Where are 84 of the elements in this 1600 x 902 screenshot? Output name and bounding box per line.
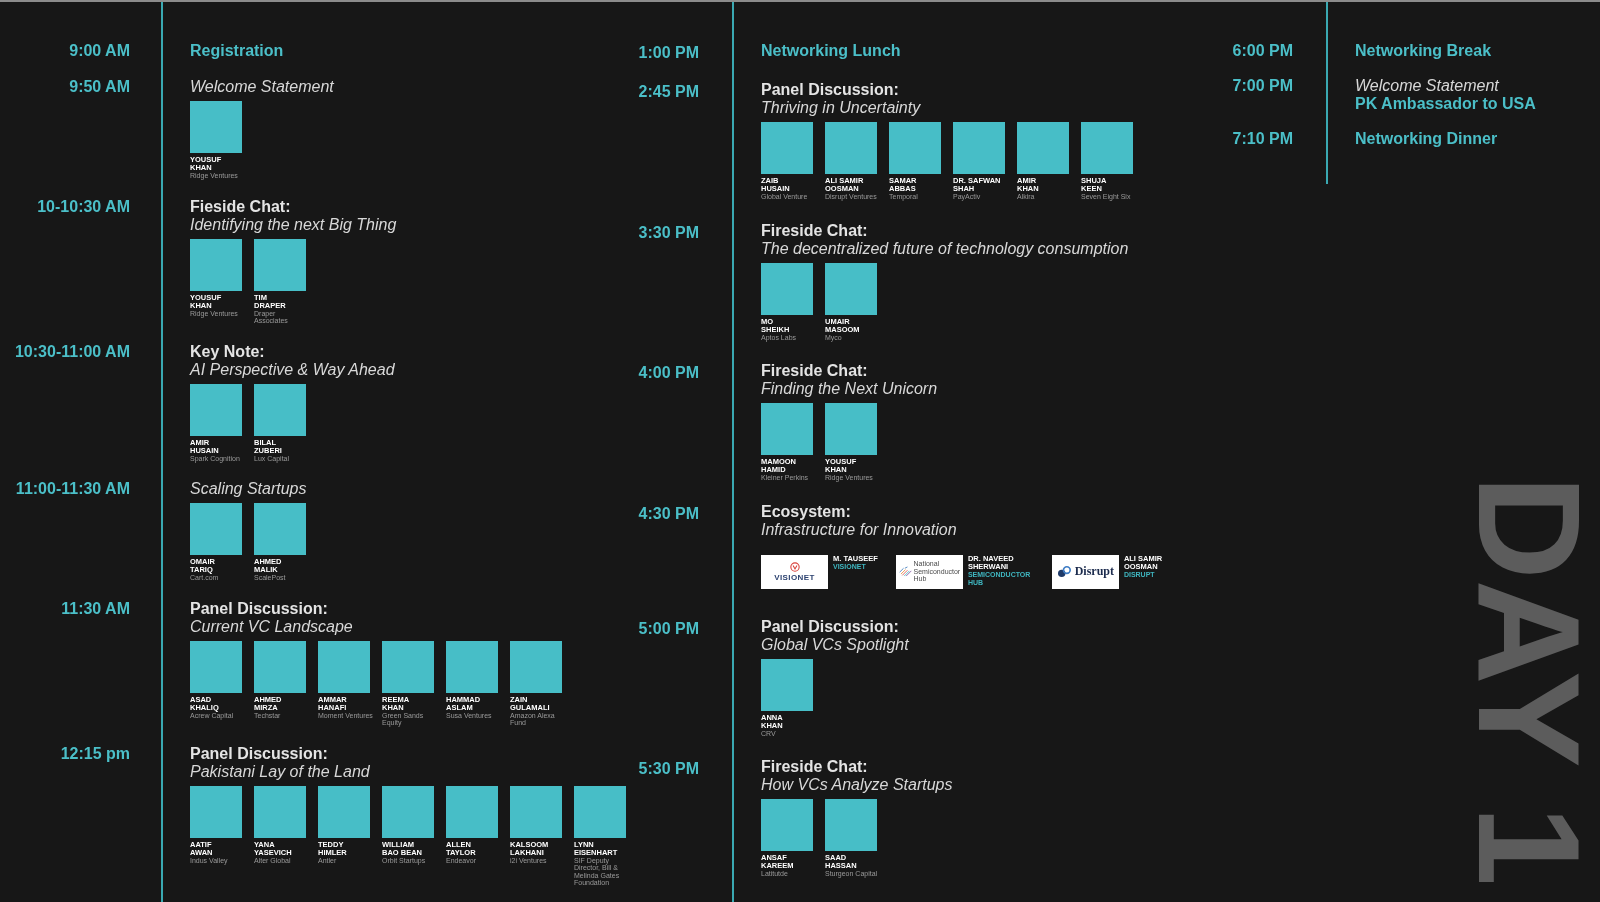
photo-placeholder: [761, 658, 813, 711]
session-type: Ecosystem:: [761, 502, 851, 521]
session-title: Welcome Statement: [1355, 77, 1499, 95]
photo-placeholder: [825, 403, 877, 455]
time-label: 1:00 PM: [638, 44, 699, 62]
photo-placeholder: [510, 785, 562, 838]
time-label: 11:30 AM: [61, 599, 130, 618]
speaker-title: PK Ambassador to USA: [1355, 95, 1536, 113]
photo-placeholder: [825, 122, 877, 174]
photo-placeholder: [190, 383, 242, 436]
time-label: 3:30 PM: [638, 223, 699, 242]
session-title: Networking Lunch: [761, 42, 901, 60]
session-type: Fieside Chat:: [190, 197, 291, 216]
time-label: 4:30 PM: [638, 504, 699, 523]
time-label: 7:00 PM: [1232, 77, 1293, 95]
session-title: Current VC Landscape: [190, 617, 353, 636]
session-title: AI Perspective & Way Ahead: [190, 360, 395, 379]
photo-placeholder: [190, 238, 242, 291]
photo-placeholder: [254, 383, 306, 436]
photo-placeholder: [190, 503, 242, 555]
time-label: 2:45 PM: [638, 83, 699, 101]
stripes-icon: [898, 566, 912, 577]
photo-placeholder: [254, 503, 306, 555]
photo-placeholder: [1081, 122, 1133, 174]
session-type: Key Note:: [190, 342, 265, 361]
photo-placeholder: [446, 785, 498, 838]
photo-placeholder: [761, 122, 813, 174]
photo-placeholder: [510, 640, 562, 693]
time-label: 12:15 pm: [60, 744, 130, 763]
session-title: Registration: [190, 42, 284, 60]
time-label: 4:00 PM: [638, 364, 699, 382]
session-title: Thriving in Uncertainty: [761, 99, 921, 117]
session-title: Networking Break: [1355, 42, 1492, 60]
time-label: 6:00 PM: [1232, 42, 1293, 60]
session-title: Scaling Startups: [190, 480, 307, 498]
session-type: Fireside Chat:: [761, 362, 868, 380]
double-circle-icon: [1056, 565, 1072, 578]
time-label: 9:50 AM: [69, 78, 130, 96]
photo-placeholder: [761, 799, 813, 851]
photo-placeholder: [190, 101, 242, 153]
time-label: 10-10:30 AM: [37, 197, 130, 216]
photo-placeholder: [1017, 122, 1069, 174]
time-label: 10:30-11:00 AM: [14, 342, 130, 361]
circle-v-icon: [789, 561, 800, 572]
photo-placeholder: [953, 122, 1005, 174]
time-label: 9:00 AM: [69, 42, 130, 60]
photo-placeholder: [574, 785, 626, 838]
session-type: Panel Discussion:: [190, 744, 328, 763]
photo-placeholder: [318, 640, 370, 693]
photo-placeholder: [761, 262, 813, 315]
photo-placeholder: [254, 785, 306, 838]
session-type: Fireside Chat:: [761, 758, 868, 776]
logo-text: Disrupt: [1074, 565, 1115, 578]
session-type: Panel Discussion:: [761, 617, 899, 636]
session-title: Networking Dinner: [1355, 130, 1498, 148]
photo-placeholder: [382, 640, 434, 693]
session-title: Finding the Next Unicorn: [761, 380, 938, 398]
time-label: 5:30 PM: [638, 760, 699, 778]
session-title: Identifying the next Big Thing: [190, 215, 397, 234]
day-label: DAY 1: [1466, 474, 1590, 886]
photo-placeholder: [190, 640, 242, 693]
session-title: Infrastructure for Innovation: [761, 520, 957, 539]
session-title: Pakistani Lay of the Land: [190, 762, 370, 781]
time-label: 7:10 PM: [1232, 130, 1293, 148]
photo-placeholder: [382, 785, 434, 838]
photo-placeholder: [318, 785, 370, 838]
photo-placeholder: [889, 122, 941, 174]
photo-placeholder: [254, 640, 306, 693]
session-title: How VCs Analyze Startups: [761, 776, 953, 794]
logo-text: VISIONET: [774, 572, 815, 582]
photo-placeholder: [446, 640, 498, 693]
photo-placeholder: [254, 238, 306, 291]
photo-placeholder: [761, 403, 813, 455]
photo-placeholder: [190, 785, 242, 838]
photo-placeholder: [825, 799, 877, 851]
session-title: Global VCs Spotlight: [761, 635, 909, 654]
photo-placeholder: [825, 262, 877, 315]
session-title: Welcome Statement: [190, 78, 334, 96]
session-type: Panel Discussion:: [761, 81, 899, 99]
session-type: Fireside Chat:: [761, 221, 868, 240]
session-title: The decentralized future of technology consumption: [761, 239, 1129, 258]
session-type: Panel Discussion:: [190, 599, 328, 618]
time-label: 11:00-11:30 AM: [15, 480, 130, 498]
time-label: 5:00 PM: [638, 619, 699, 638]
